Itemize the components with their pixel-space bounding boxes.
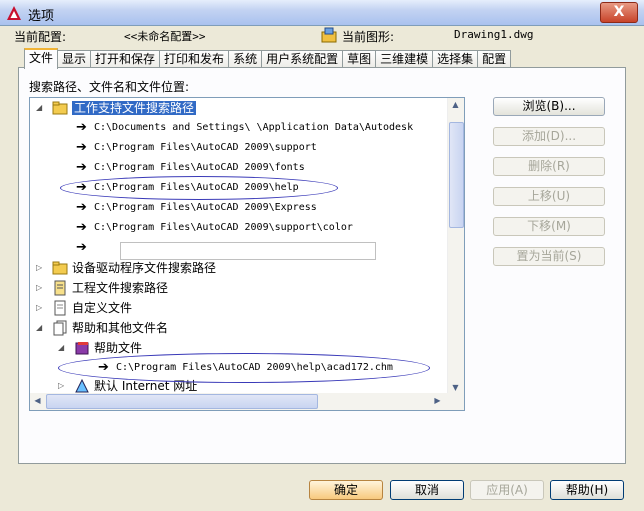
scrollbar-thumb[interactable] — [449, 122, 464, 228]
arrow-right-icon: ➔ — [76, 120, 87, 135]
scroll-down-icon[interactable]: ▼ — [448, 383, 463, 392]
tree-item-label: 帮助和其他文件名 — [72, 321, 169, 335]
folder-icon — [52, 101, 68, 115]
arrow-right-icon: ➔ — [76, 220, 87, 235]
expand-icon[interactable]: ▷ — [36, 283, 46, 293]
config-row: 当前配置: <<未命名配置>> 当前图形: Drawing1.dwg — [10, 27, 630, 46]
drawing-icon — [321, 27, 337, 43]
tab-files[interactable]: 文件 — [24, 48, 59, 69]
tree-item-path[interactable]: ➔ C:\Program Files\AutoCAD 2009\Express — [30, 198, 450, 218]
section-label: 搜索路径、文件名和文件位置: — [29, 80, 190, 94]
collapse-icon[interactable]: ◢ — [36, 103, 46, 113]
remove-button[interactable]: 删除(R) — [493, 157, 605, 176]
path-text: C:\Program Files\AutoCAD 2009\support — [94, 142, 317, 153]
current-drawing-value: Drawing1.dwg — [454, 28, 534, 41]
annotation-ellipse — [60, 176, 338, 200]
tab-user-preferences[interactable]: 用户系统配置 — [261, 50, 344, 68]
help-button[interactable]: 帮助(H) — [550, 480, 624, 500]
tree-item-custom-files[interactable]: ▷ 自定义文件 — [30, 298, 450, 318]
project-file-icon — [54, 280, 66, 296]
tab-plot-publish[interactable]: 打印和发布 — [159, 50, 230, 68]
set-current-button[interactable]: 置为当前(S) — [493, 247, 605, 266]
title-bar: 选项 X — [0, 0, 644, 26]
horizontal-scrollbar[interactable]: ◀ ▶ — [30, 393, 464, 410]
add-button[interactable]: 添加(D)... — [493, 127, 605, 146]
help-book-icon — [75, 342, 89, 355]
current-config-value: <<未命名配置>> — [124, 30, 206, 43]
tree-item-label: 工作支持文件搜索路径 — [72, 101, 197, 115]
collapse-icon[interactable]: ◢ — [58, 343, 68, 353]
tab-profiles[interactable]: 配置 — [477, 50, 512, 68]
tree-item-label: 工程文件搜索路径 — [72, 281, 169, 295]
tree-item-path[interactable]: ➔ C:\Program Files\AutoCAD 2009\support\… — [30, 218, 450, 238]
path-text: C:\Program Files\AutoCAD 2009\support\co… — [94, 222, 353, 233]
close-button[interactable]: X — [600, 2, 638, 23]
expand-icon[interactable]: ▷ — [36, 263, 46, 273]
file-tree[interactable]: ◢ 工作支持文件搜索路径 ➔ C:\Documents and Settings… — [29, 97, 465, 411]
current-config-label: 当前配置: — [14, 30, 67, 44]
ok-button[interactable]: 确定 — [309, 480, 383, 500]
tree-item-path[interactable]: ➔ C:\Program Files\AutoCAD 2009\support — [30, 138, 450, 158]
documents-icon — [53, 320, 67, 336]
move-down-button[interactable]: 下移(M) — [493, 217, 605, 236]
files-panel: 搜索路径、文件名和文件位置: ◢ 工作支持文件搜索路径 ➔ C:\Documen… — [18, 67, 626, 464]
tab-strip: 文件 显示 打开和保存 打印和发布 系统 用户系统配置 草图 三维建模 选择集 … — [24, 48, 512, 69]
tree-item-label: 设备驱动程序文件搜索路径 — [72, 261, 217, 275]
scroll-up-icon[interactable]: ▲ — [448, 100, 463, 109]
browse-button[interactable]: 浏览(B)... — [493, 97, 605, 116]
vertical-scrollbar[interactable]: ▲ ▼ — [447, 98, 464, 394]
tab-open-save[interactable]: 打开和保存 — [90, 50, 161, 68]
move-up-button[interactable]: 上移(U) — [493, 187, 605, 206]
internet-icon — [75, 378, 89, 393]
document-icon — [54, 300, 66, 316]
current-drawing-label: 当前图形: — [342, 30, 395, 44]
window-title: 选项 — [28, 9, 55, 24]
arrow-right-icon: ➔ — [76, 200, 87, 215]
annotation-ellipse — [58, 353, 430, 383]
collapse-icon[interactable]: ◢ — [36, 323, 46, 333]
tab-selection[interactable]: 选择集 — [432, 50, 479, 68]
arrow-right-icon: ➔ — [76, 240, 87, 255]
apply-button[interactable]: 应用(A) — [470, 480, 544, 500]
scrollbar-thumb[interactable] — [46, 394, 318, 409]
autocad-logo-icon — [7, 6, 21, 20]
tree-item-project-files[interactable]: ▷ 工程文件搜索路径 — [30, 278, 450, 298]
expand-icon[interactable]: ▷ — [58, 381, 68, 391]
tree-item-support-root[interactable]: ◢ 工作支持文件搜索路径 — [30, 98, 450, 118]
arrow-right-icon: ➔ — [76, 160, 87, 175]
folder-icon — [52, 261, 68, 275]
tree-item-label: 自定义文件 — [72, 301, 133, 315]
path-text: C:\Program Files\AutoCAD 2009\Express — [94, 202, 317, 213]
tab-3d-modeling[interactable]: 三维建模 — [375, 50, 434, 68]
tab-system[interactable]: 系统 — [228, 50, 263, 68]
path-text: C:\Program Files\AutoCAD 2009\fonts — [94, 162, 305, 173]
cancel-button[interactable]: 取消 — [390, 480, 464, 500]
path-text: C:\Documents and Settings\ \Application … — [94, 122, 414, 133]
tree-item-device-driver[interactable]: ▷ 设备驱动程序文件搜索路径 — [30, 258, 450, 278]
scroll-left-icon[interactable]: ◀ — [30, 396, 45, 405]
scroll-right-icon[interactable]: ▶ — [430, 396, 445, 405]
tree-item-help-misc[interactable]: ◢ 帮助和其他文件名 — [30, 318, 450, 338]
tab-display[interactable]: 显示 — [57, 50, 92, 68]
expand-icon[interactable]: ▷ — [36, 303, 46, 313]
tree-item-path[interactable]: ➔ C:\Documents and Settings\ \Applicatio… — [30, 118, 450, 138]
tree-item-path[interactable]: ➔ C:\Program Files\AutoCAD 2009\fonts — [30, 158, 450, 178]
arrow-right-icon: ➔ — [76, 140, 87, 155]
tab-drafting[interactable]: 草图 — [342, 50, 377, 68]
